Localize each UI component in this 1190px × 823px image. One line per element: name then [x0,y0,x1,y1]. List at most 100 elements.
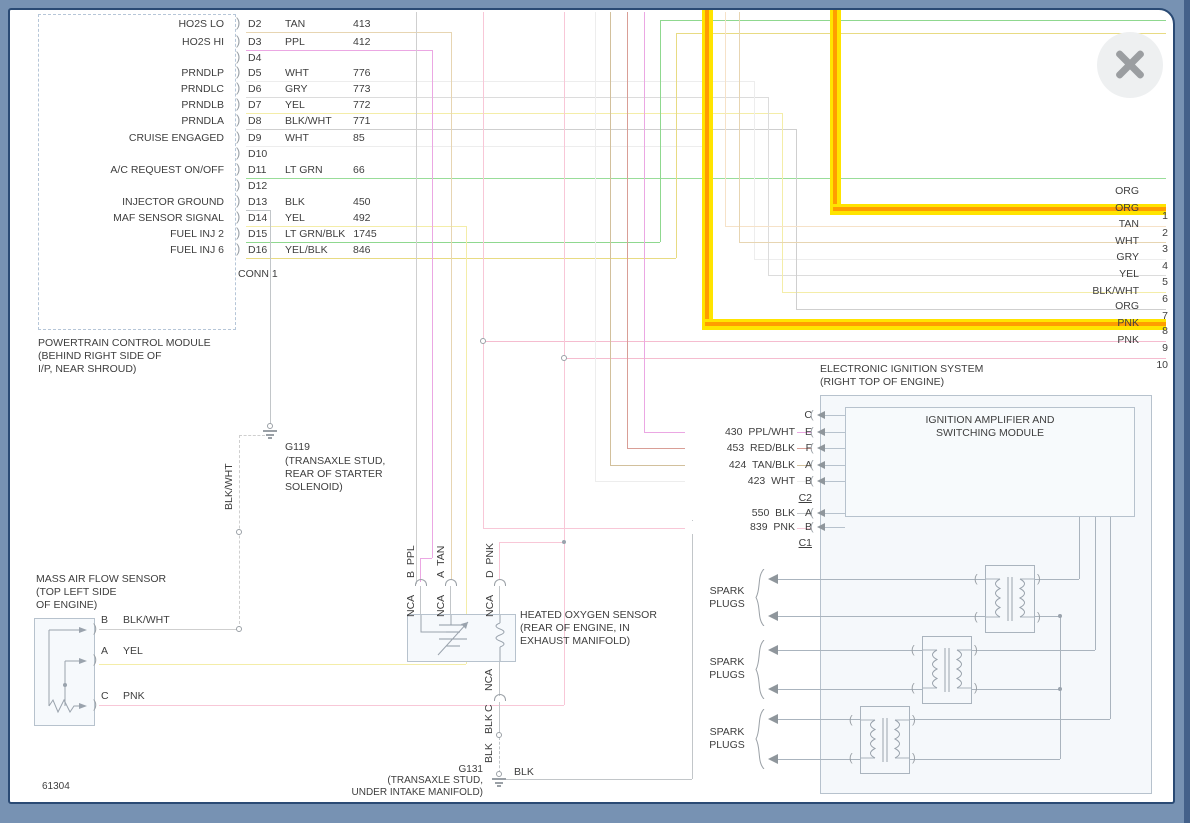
spark-plugs-label: SPARK PLUGS [699,585,755,611]
g119-id: G119 [285,441,310,454]
pcm-pin-arc: ) [236,227,240,239]
left-arrow-icon [768,684,778,694]
wire-cg [910,759,1060,760]
wire-blk [499,779,692,780]
pcm-pin-row: D8BLK/WHT771 [248,115,371,128]
pcm-pin-id: D11 [248,164,285,177]
pcm-pin-row: D3PPL412 [248,36,371,49]
ignition-coil [860,706,910,774]
coil-terminal-arc: ( [974,573,978,585]
wire-ppl [432,50,433,558]
maf-pin-arc: ) [93,622,97,634]
coil-terminal-arc: ) [912,714,916,726]
pcm-pin-color: YEL/BLK [285,244,345,257]
wire-yel [782,113,783,292]
blkwht-vertical-label: BLK/WHT [223,442,235,510]
splice [561,355,567,361]
pcm-pin-arc: ) [236,147,240,159]
maf-sensor-box [34,618,95,726]
left-arrow-icon [768,714,778,724]
right-wire-color-label: WHT [1054,235,1139,248]
g119-caption: (TRANSAXLE STUD, REAR OF STARTER SOLENOI… [285,455,385,494]
wire-org [725,12,726,226]
splice [236,626,242,632]
pcm-signal-label: PRNDLA [42,115,224,128]
ignition-pin-arc: ( [810,426,814,438]
pcm-pin-color: BLK [285,196,345,209]
ho2s-box [407,614,516,662]
pcm-pin-row: D16YEL/BLK846 [248,244,371,257]
maf-pin-arc: ) [93,653,97,665]
ho2s-pin-label: D PNK [484,536,496,578]
pcm-pin-arc: ) [236,17,240,29]
ignition-module-box: IGNITION AMPLIFIER AND SWITCHING MODULE [845,407,1135,517]
pcm-pin-color [285,148,345,161]
pcm-signal-label: FUEL INJ 2 [42,228,224,241]
right-wire-color-label: GRY [1054,251,1139,264]
ho2s-internals [408,615,515,661]
ho2s-nca-label: NCA [435,591,447,617]
left-arrow-icon [817,523,825,531]
wire-ho [833,10,837,211]
wire-tan [451,32,452,580]
diagram-canvas: POWERTRAIN CONTROL MODULE (BEHIND RIGHT … [8,8,1175,804]
wire-gry [246,97,768,98]
maf-pin-color: YEL [123,645,143,658]
ho2s-nca-label: NCA [405,591,417,617]
ignition-wire-label: 423 WHT [685,475,797,488]
wire-pnk [483,12,484,528]
wire-ho [705,10,709,326]
junction-dot [1058,614,1062,618]
wire-blk [499,660,500,696]
pcm-pin-id: D12 [248,180,285,193]
coil-terminal-arc: ( [849,714,853,726]
spark-brace [754,640,766,699]
ho2s-pin-arc [494,579,506,586]
wire-bw [796,129,797,309]
g131-ground-bar [492,778,506,780]
wire-wht [754,81,755,259]
left-arrow-icon [768,754,778,764]
wire-gb [246,242,660,243]
pcm-pin-arc: ) [236,114,240,126]
wire-cg [778,650,922,651]
ho2s-bottom-color2: BLK [483,741,495,763]
pcm-caption: POWERTRAIN CONTROL MODULE (BEHIND RIGHT … [38,337,211,376]
ho2s-bottom-color: BLK [483,713,495,734]
pcm-pin-row: D12 [248,180,353,193]
close-button[interactable] [1097,32,1163,98]
pcm-pin-row: D13BLK450 [248,196,371,209]
junction-dot [562,540,566,544]
coil-terminal-arc: ) [1037,573,1041,585]
wire-blk [499,586,500,614]
wire-cg [778,759,860,760]
pcm-pin-id: D6 [248,83,285,96]
wire-pnk [499,542,564,543]
pcm-pin-row: D11LT GRN66 [248,164,365,177]
pcm-signal-label: MAF SENSOR SIGNAL [42,212,224,225]
wire-ppl [644,12,645,432]
pcm-conn-label: CONN 1 [238,268,278,281]
pcm-signal-label: CRUISE ENGAGED [42,132,224,145]
g131-caption: (TRANSAXLE STUD, UNDER INTAKE MANIFOLD) [282,775,483,799]
maf-pin-id: C [101,690,109,703]
left-arrow-icon [817,444,825,452]
maf-pin-color: PNK [123,690,145,703]
pcm-pin-row: D2TAN413 [248,18,371,31]
right-wire-color-label: ORG [1054,185,1139,198]
wire-tan [246,32,451,33]
pcm-pin-id: D10 [248,148,285,161]
ho2s-pin-arc [445,579,457,586]
right-wire-number: 3 [1142,243,1168,256]
maf-pin-id: B [101,614,108,627]
pcm-signal-label: HO2S HI [42,36,224,49]
pcm-pin-arc: ) [236,243,240,255]
pcm-pin-circuit: 492 [353,212,371,225]
wire-cg [1110,515,1111,719]
ho2s-pin-label: B PPL [405,536,417,578]
splice [236,529,242,535]
pcm-pin-circuit: 773 [353,83,371,96]
g131-ground-bar [497,785,501,787]
maf-pin-arc: ) [93,698,97,710]
pcm-pin-row: D14YEL492 [248,212,371,225]
